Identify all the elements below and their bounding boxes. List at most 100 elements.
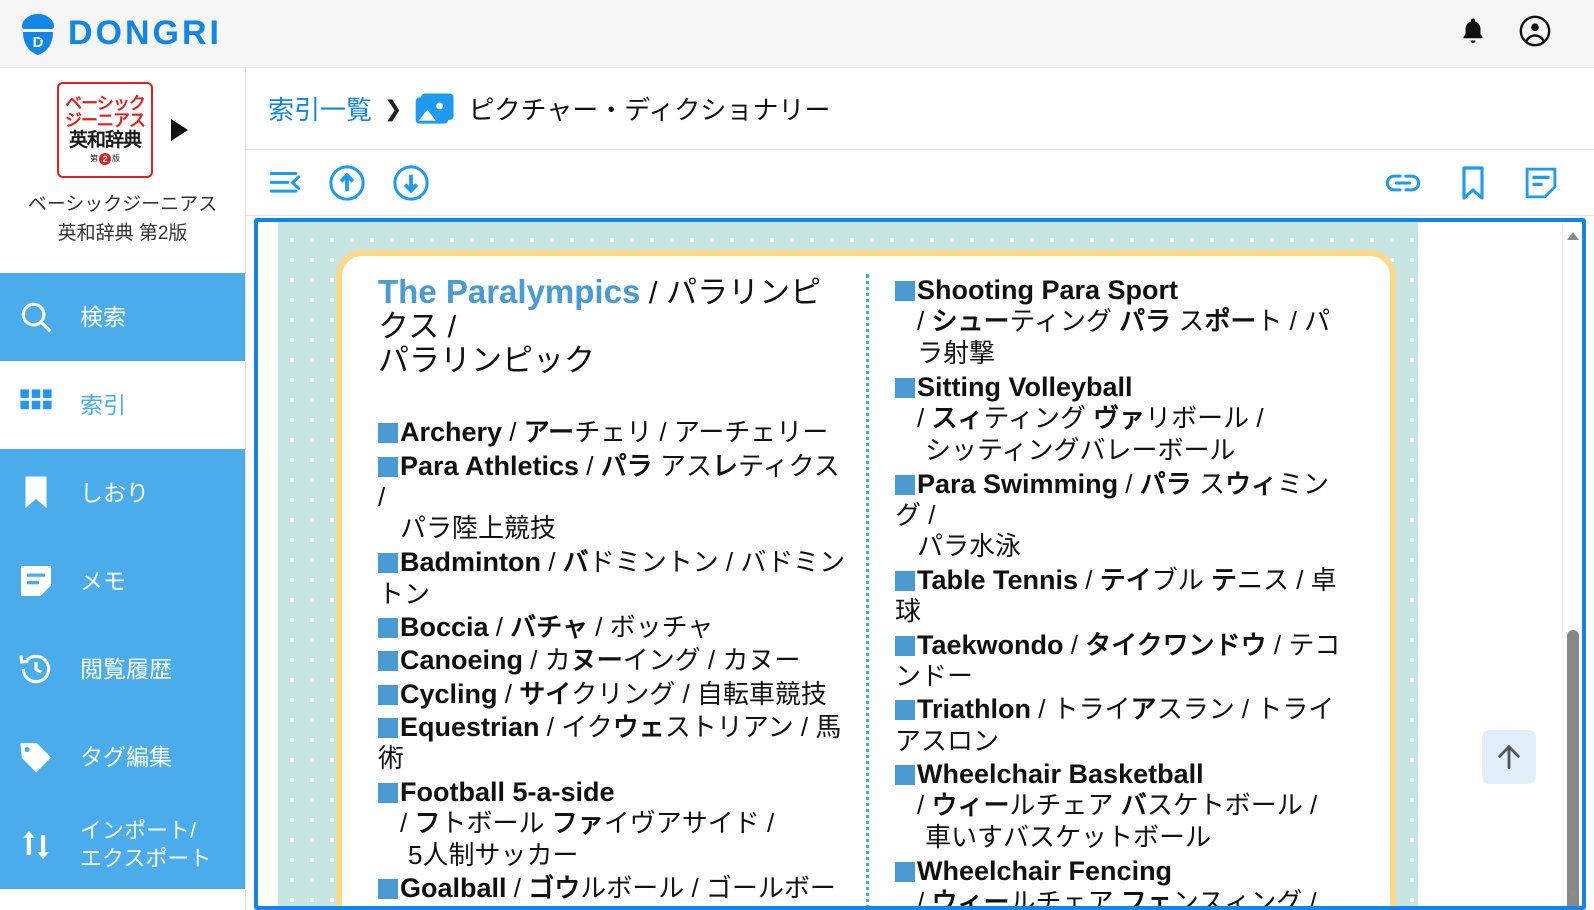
breadcrumb-current: ピクチャー・ディクショナリー (468, 95, 831, 125)
cover-edition-number: 2 (99, 153, 111, 165)
sidebar-item-label: 閲覧履歴 (80, 655, 172, 682)
content-toolbar (246, 150, 1594, 216)
sidebar-item-memo[interactable]: メモ (0, 536, 245, 625)
sidebar-item-history[interactable]: 閲覧履歴 (0, 624, 245, 713)
cover-line-2: ジーニアス (65, 111, 146, 130)
dictionary-entry[interactable]: Para Athletics / パラ アスレティクス / パラ陸上競技 (378, 450, 852, 545)
current-dictionary: ベーシック ジーニアス 英和辞典 第 2 版 ベーシックジーニアス 英和辞典 第… (0, 68, 245, 259)
entry-english: Cycling (400, 678, 498, 709)
entry-headword-line: Football 5-a-side (378, 776, 852, 808)
dictionary-entry[interactable]: Table Tennis / テイブル テニス / 卓球 (895, 564, 1354, 628)
acorn-logo-icon: D (22, 13, 54, 55)
sidebar-item-bookmarks[interactable]: しおり (0, 448, 245, 537)
dictionary-entry[interactable]: Para Swimming / パラ スウィミング / パラ水泳 (895, 468, 1354, 563)
dictionary-entry[interactable]: Triathlon / トライアスラン / トライアスロン (895, 693, 1354, 757)
dictionary-entry[interactable]: Taekwondo / タイクワンドウ / テコンドー (895, 629, 1354, 693)
scroll-up-arrow-icon[interactable] (1567, 232, 1579, 240)
content-column-left: The Paralympics / パラリンピクス / パラリンピック Arch… (364, 273, 866, 906)
dictionary-title-line-1: ベーシックジーニアス (27, 194, 218, 215)
dictionary-entry[interactable]: Cycling / サイクリング / 自転車競技 (378, 678, 852, 710)
entry-marker-icon (378, 684, 398, 705)
link-icon[interactable] (1384, 168, 1422, 198)
section-title-jp: パラリンピック (378, 343, 595, 379)
dictionary-entry[interactable]: Badminton / バドミントン / バドミントン (378, 546, 852, 610)
dictionary-title: ベーシックジーニアス 英和辞典 第2版 (10, 190, 235, 249)
content-column-right: Shooting Para Sport / シューティング パラ スポート / パ… (866, 274, 1368, 906)
dictionary-entry[interactable]: Sitting Volleyball / スィティング ヴァリボール / シッティン… (895, 371, 1354, 467)
sidebar-item-label: タグ編集 (80, 743, 172, 770)
vertical-scrollbar[interactable] (1562, 222, 1582, 906)
scrollbar-thumb[interactable] (1567, 630, 1579, 906)
dictionary-entry[interactable]: Archery / アーチェリ / アーチェリー (378, 416, 852, 448)
entry-english: Equestrian (400, 711, 540, 742)
arrow-up-icon (1498, 744, 1520, 770)
note-outline-icon[interactable] (1524, 166, 1558, 200)
sidebar-item-import-export[interactable]: インポート/ エクスポート (0, 800, 245, 889)
dictionary-title-line-2: 英和辞典 第2版 (57, 223, 188, 245)
scroll-down-arrow-icon[interactable] (1567, 890, 1579, 898)
brand-name: DONGRI (68, 14, 222, 52)
sidebar: ベーシック ジーニアス 英和辞典 第 2 版 ベーシックジーニアス 英和辞典 第… (0, 68, 246, 910)
bell-icon[interactable] (1458, 15, 1488, 52)
next-dictionary-arrow-icon[interactable] (171, 119, 188, 141)
account-circle-icon[interactable] (1518, 14, 1552, 53)
entry-english: Canoeing (400, 645, 524, 676)
entry-english: Shooting Para Sport (917, 275, 1179, 305)
dictionary-entry[interactable]: Wheelchair Basketball / ウィールチェア バスケトボール /… (895, 758, 1354, 854)
sidebar-item-label: 索引 (80, 391, 126, 418)
sidebar-nav: 検索 索引 しおり メモ 閲覧履歴 タグ編集 インポート/ エクスポート (0, 272, 245, 889)
entry-marker-icon (895, 764, 915, 785)
entry-english: Triathlon (917, 694, 1031, 725)
dictionary-entry[interactable]: Football 5-a-side / フトボール ファイヴアサイド /5人制サッ… (378, 776, 852, 872)
entry-marker-icon (895, 377, 915, 398)
dictionary-cover[interactable]: ベーシック ジーニアス 英和辞典 第 2 版 (57, 82, 153, 178)
dictionary-entry[interactable]: Equestrian / イクウェストリアン / 馬術 (378, 711, 852, 775)
entry-sub-line: パラ水泳 (917, 531, 1022, 562)
brand-logo[interactable]: D DONGRI (0, 12, 222, 56)
dictionary-entry[interactable]: Shooting Para Sport / シューティング パラ スポート / パ… (895, 274, 1354, 370)
entry-headword-line: Sitting Volleyball (895, 371, 1354, 403)
dictionary-entry[interactable]: Canoeing / カヌーイング / カヌー (378, 644, 852, 676)
entry-headword-line: Goalball / ゴウルボール / ゴールボール (378, 872, 852, 906)
dictionary-entry[interactable]: Goalball / ゴウルボール / ゴールボール (378, 872, 852, 906)
entry-english: Table Tennis (917, 564, 1079, 595)
main-area: 索引一覧 ❯ ピクチャー・ディクショナリー The Paralympics / … (246, 68, 1594, 910)
scroll-to-top-button[interactable] (1482, 730, 1536, 784)
dictionary-entry[interactable]: Wheelchair Fencing/ ウィールチェア フェンスィング /車いす… (895, 855, 1354, 906)
bookmark-outline-icon[interactable] (1458, 165, 1488, 201)
circle-arrow-down-icon[interactable] (392, 164, 430, 202)
entry-sub-line: / シューティング パラ スポート / パラ射撃 (917, 306, 1331, 369)
sidebar-item-index[interactable]: 索引 (0, 360, 245, 449)
entry-headword-line: Triathlon / トライアスラン / トライアスロン (895, 693, 1354, 757)
entry-headword-line: Wheelchair Basketball (895, 758, 1354, 790)
list-collapse-icon[interactable] (268, 168, 302, 198)
dictionary-entry[interactable]: Boccia / バチャ / ボッチャ (378, 611, 852, 643)
section-title-en: The Paralympics (378, 273, 641, 310)
entry-english: Para Swimming (917, 468, 1119, 499)
breadcrumb-parent-link[interactable]: 索引一覧 (268, 90, 372, 127)
dictionary-page-viewer[interactable]: The Paralympics / パラリンピクス / パラリンピック Arch… (254, 218, 1586, 910)
entry-marker-icon (378, 617, 398, 638)
sidebar-item-tag-edit[interactable]: タグ編集 (0, 712, 245, 801)
entry-headword-line: Equestrian / イクウェストリアン / 馬術 (378, 711, 852, 775)
search-icon (14, 298, 58, 336)
sidebar-item-search[interactable]: 検索 (0, 272, 245, 361)
entry-marker-icon (378, 717, 398, 738)
content-card: The Paralympics / パラリンピクス / パラリンピック Arch… (336, 250, 1396, 906)
circle-arrow-up-icon[interactable] (328, 164, 366, 202)
entry-headword-line: Cycling / サイクリング / 自転車競技 (378, 678, 852, 710)
entry-sub-line: 車いすバスケットボール (925, 821, 1212, 852)
entry-marker-icon (378, 456, 398, 477)
cover-line-1: ベーシック (65, 94, 146, 113)
entry-marker-icon (378, 782, 398, 803)
picture-dictionary-page: The Paralympics / パラリンピクス / パラリンピック Arch… (278, 222, 1418, 906)
entry-headword-line: Shooting Para Sport (895, 274, 1354, 306)
entry-english: Boccia (400, 611, 489, 642)
entry-english: Wheelchair Basketball (917, 758, 1204, 789)
entry-marker-icon (895, 635, 915, 656)
entry-headword-line: Canoeing / カヌーイング / カヌー (378, 644, 852, 676)
entry-english: Goalball (400, 873, 507, 904)
entry-english: Badminton (400, 547, 541, 578)
entry-english: Sitting Volleyball (917, 371, 1133, 402)
tag-icon (14, 738, 58, 776)
